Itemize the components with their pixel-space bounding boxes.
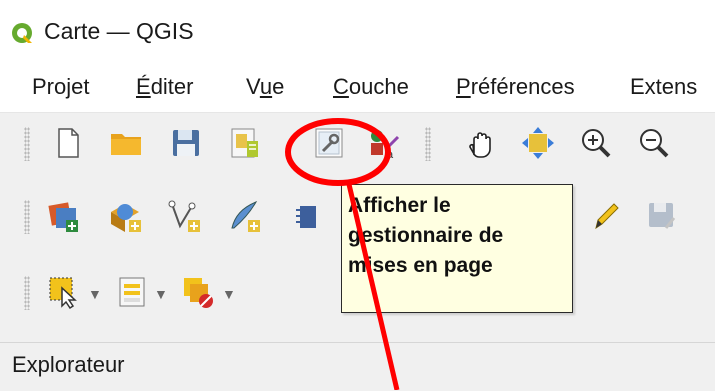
layout-manager-icon[interactable]: [311, 125, 347, 161]
add-layer-icon[interactable]: [46, 198, 82, 234]
window-title: Carte — QGIS: [44, 18, 194, 44]
svg-text:a: a: [387, 149, 394, 161]
menu-vue[interactable]: Vue: [246, 74, 284, 100]
panel-title: Explorateur: [12, 352, 125, 377]
new-print-layout-icon[interactable]: [227, 125, 263, 161]
browser-panel-header: Explorateur: [0, 342, 715, 391]
save-edits-icon[interactable]: [644, 198, 680, 234]
menu-projet[interactable]: Projet: [32, 74, 90, 100]
digitize-icon[interactable]: [226, 198, 262, 234]
new-vector-layer-icon[interactable]: [166, 198, 202, 234]
menu-preferences[interactable]: Préférences: [456, 74, 575, 100]
open-project-icon[interactable]: [108, 125, 144, 161]
menu-extensions[interactable]: Extens: [630, 74, 697, 100]
menu-editer[interactable]: Éditer: [136, 74, 193, 100]
tooltip-line: gestionnaire de: [348, 224, 504, 247]
toolbar-grip[interactable]: [24, 276, 30, 310]
qgis-logo-icon: [10, 21, 34, 45]
toolbar-grip[interactable]: [24, 127, 30, 161]
tooltip-line: mises en page: [348, 254, 493, 277]
style-manager-icon[interactable]: a: [366, 125, 402, 161]
select-features-icon[interactable]: [46, 274, 82, 310]
deselect-features-icon[interactable]: [180, 274, 216, 310]
pan-to-selection-icon[interactable]: [520, 125, 556, 161]
plugin-icon[interactable]: [286, 198, 322, 234]
project-toolbar: a: [0, 113, 715, 175]
title-bar: Carte — QGIS: [0, 0, 715, 64]
toolbar-separator: [425, 127, 431, 161]
chevron-down-icon[interactable]: ▼: [154, 286, 168, 302]
add-wms-layer-icon[interactable]: [107, 198, 143, 234]
toggle-editing-icon[interactable]: [588, 198, 624, 234]
menu-bar: Projet Éditer Vue Couche Préférences Ext…: [0, 64, 715, 113]
pan-map-icon[interactable]: [462, 125, 498, 161]
tooltip-line: Afficher le: [348, 194, 451, 217]
chevron-down-icon[interactable]: ▼: [88, 286, 102, 302]
save-project-icon[interactable]: [168, 125, 204, 161]
zoom-out-icon[interactable]: [636, 125, 672, 161]
zoom-in-icon[interactable]: [578, 125, 614, 161]
tooltip: Afficher le gestionnaire de mises en pag…: [341, 184, 573, 313]
chevron-down-icon[interactable]: ▼: [222, 286, 236, 302]
toolbar-grip[interactable]: [24, 200, 30, 234]
select-by-value-icon[interactable]: [114, 274, 150, 310]
menu-couche[interactable]: Couche: [333, 74, 409, 100]
new-project-icon[interactable]: [50, 125, 86, 161]
